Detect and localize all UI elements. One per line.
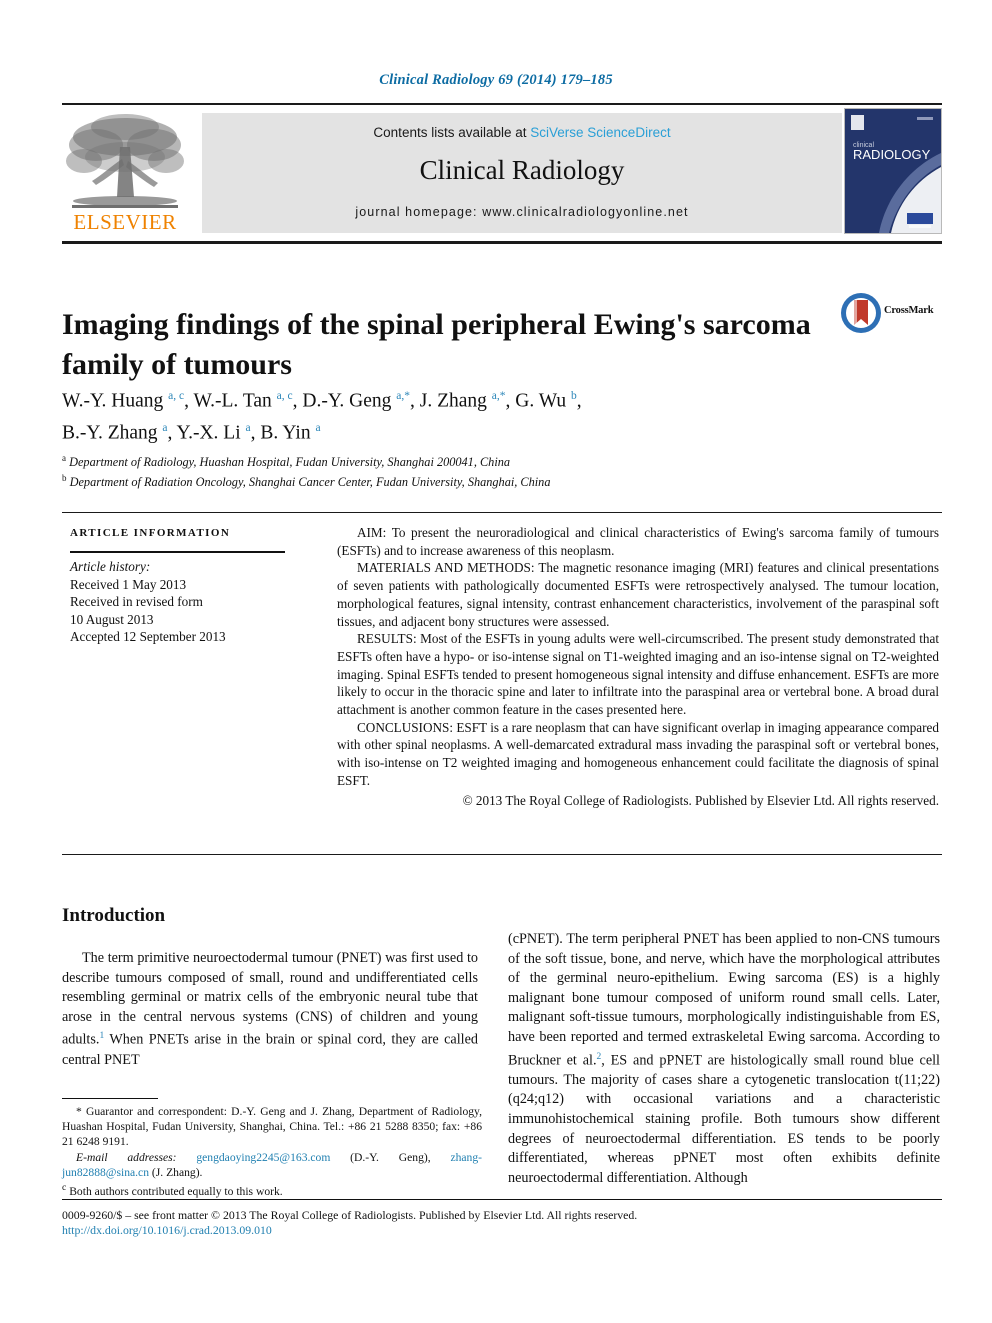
elsevier-logo: ELSEVIER: [62, 111, 188, 235]
footnote-equal-contribution-text: Both authors contributed equally to this…: [69, 1184, 283, 1198]
article-history-accepted: Accepted 12 September 2013: [70, 629, 226, 645]
journal-banner: Contents lists available at SciVerse Sci…: [202, 113, 842, 233]
contents-list-line: Contents lists available at SciVerse Sci…: [202, 125, 842, 140]
journal-masthead: ELSEVIER Contents lists available at Sci…: [62, 103, 942, 237]
body-column-left: Introduction The term primitive neuroect…: [62, 905, 478, 1070]
page-title: Imaging findings of the spinal periphera…: [62, 308, 811, 382]
email-owner-zhang: (J. Zhang).: [151, 1165, 203, 1179]
affiliation-a-text: Department of Radiology, Huashan Hospita…: [69, 455, 511, 470]
abstract-top-rule: [62, 512, 942, 513]
paper-page: Clinical Radiology 69 (2014) 179–185 ELS…: [0, 0, 992, 1323]
affiliation-a: a Department of Radiology, Huashan Hospi…: [62, 453, 511, 470]
abstract: AIM: To present the neuroradiological an…: [337, 524, 939, 809]
elsevier-tree-icon: [66, 114, 184, 208]
imprint-line: 0009-9260/$ – see front matter © 2013 Th…: [62, 1208, 638, 1222]
abstract-aim: AIM: To present the neuroradiological an…: [337, 525, 939, 558]
abstract-methods: MATERIALS AND METHODS: The magnetic reso…: [337, 560, 939, 629]
footnote-emails: E-mail addresses: gengdaoying2245@163.co…: [62, 1150, 482, 1180]
masthead-bottom-rule: [62, 241, 942, 244]
article-history-received: Received 1 May 2013: [70, 576, 187, 592]
email-link-geng[interactable]: gengdaoying2245@163.com: [196, 1151, 330, 1164]
elsevier-wordmark: ELSEVIER: [73, 210, 177, 234]
footnote-block: * Guarantor and correspondent: D.-Y. Gen…: [62, 1104, 482, 1199]
journal-cover-thumbnail[interactable]: clinical RADIOLOGY: [844, 108, 942, 234]
article-history-revised-label: Received in revised form: [70, 594, 203, 610]
intro-left-text-2: When PNETs arise in the brain or spinal …: [62, 1032, 478, 1068]
author-line-2: B.-Y. Zhang a, Y.-X. Li a, B. Yin a: [62, 421, 321, 444]
article-information-rule: [70, 551, 285, 553]
abstract-bottom-rule: [62, 854, 942, 855]
cover-art: clinical RADIOLOGY: [845, 109, 941, 233]
article-history: Article history: Received 1 May 2013 Rec…: [70, 558, 310, 646]
email-label: E-mail addresses:: [76, 1150, 177, 1164]
footnote-equal-contribution: c Both authors contributed equally to th…: [62, 1180, 482, 1199]
crossmark-icon: [841, 293, 881, 333]
affiliation-b-text: Department of Radiation Oncology, Shangh…: [69, 475, 551, 490]
footnote-correspondent: * Guarantor and correspondent: D.-Y. Gen…: [62, 1105, 482, 1149]
article-information-heading: ARTICLE INFORMATION: [70, 527, 231, 539]
imprint-block: 0009-9260/$ – see front matter © 2013 Th…: [62, 1208, 942, 1238]
section-heading-introduction: Introduction: [62, 905, 166, 926]
author-line-1: W.-Y. Huang a, c, W.-L. Tan a, c, D.-Y. …: [62, 390, 582, 412]
sciencedirect-link[interactable]: SciVerse ScienceDirect: [530, 125, 670, 140]
journal-title: Clinical Radiology: [419, 155, 625, 185]
footnote-rule: [62, 1098, 158, 1099]
abstract-copyright: © 2013 The Royal College of Radiologists…: [462, 792, 939, 808]
running-head: Clinical Radiology 69 (2014) 179–185: [379, 72, 613, 88]
body-column-right: (cPNET). The term peripheral PNET has be…: [508, 930, 940, 1188]
journal-homepage[interactable]: journal homepage: www.clinicalradiologyo…: [202, 205, 842, 219]
crossmark-badge[interactable]: CrossMark: [840, 292, 944, 334]
affiliation-list: a Department of Radiology, Huashan Hospi…: [62, 450, 862, 490]
abstract-conclusions: CONCLUSIONS: ESFT is a rare neoplasm tha…: [337, 719, 939, 788]
imprint-rule: [62, 1199, 942, 1200]
author-list: W.-Y. Huang a, c, W.-L. Tan a, c, D.-Y. …: [62, 383, 842, 446]
intro-right-text-2: , ES and pPNET are histologically small …: [508, 1052, 940, 1186]
footnote-marker-c: c: [62, 1182, 67, 1194]
article-history-label: Article history:: [70, 559, 151, 574]
intro-right-text-1: (cPNET). The term peripheral PNET has be…: [508, 931, 940, 1069]
intro-paragraph-right: (cPNET). The term peripheral PNET has be…: [508, 930, 940, 1188]
crossmark-label: CrossMark: [884, 305, 934, 316]
intro-paragraph-left: The term primitive neuroectodermal tumou…: [62, 949, 478, 1070]
contents-prefix: Contents lists available at: [373, 125, 531, 140]
affiliation-b: b Department of Radiation Oncology, Shan…: [62, 473, 551, 490]
article-history-revised-date: 10 August 2013: [70, 611, 154, 627]
abstract-results: RESULTS: Most of the ESFTs in young adul…: [337, 631, 939, 718]
doi-link[interactable]: http://dx.doi.org/10.1016/j.crad.2013.09…: [62, 1223, 942, 1238]
email-owner-geng: (D.-Y. Geng),: [350, 1150, 431, 1164]
svg-text:RADIOLOGY: RADIOLOGY: [853, 147, 931, 162]
